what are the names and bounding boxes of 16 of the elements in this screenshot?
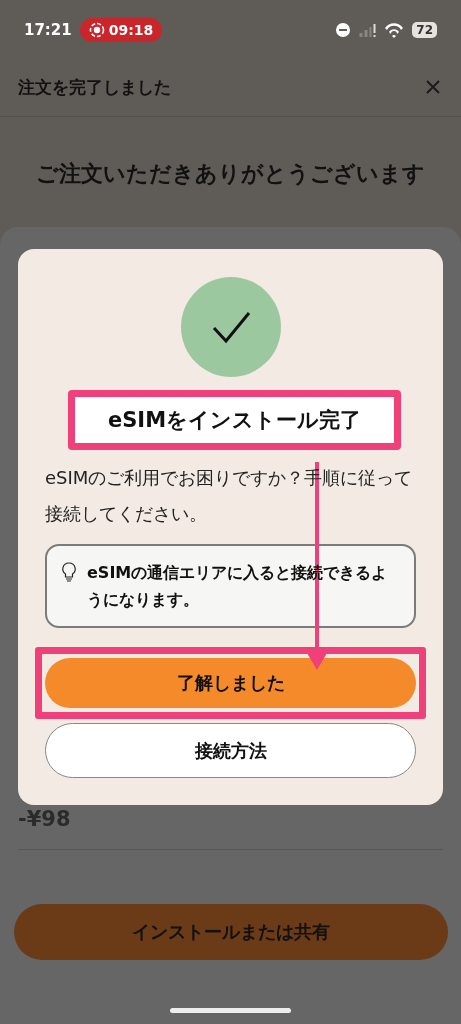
battery-level: 72 [416,23,433,37]
checkmark-icon [180,277,281,377]
connection-guide-button[interactable]: 接続方法 [45,723,416,778]
page-title: 注文を完了しました [18,75,171,99]
discount-amount: -¥98 [18,807,72,831]
recording-time: 09:18 [108,22,154,38]
dialog-title: eSIMをインストール完了 [107,407,362,434]
focus-icon [335,22,352,38]
wifi-icon [384,22,405,38]
close-icon [425,79,441,95]
ok-button[interactable]: 了解しました [45,658,416,708]
signal-icon [359,23,377,37]
lightbulb-icon [61,562,77,582]
record-icon [88,22,105,38]
thank-you-heading: ご注文いただきありがとうございます [35,160,426,188]
status-time: 17:21 [24,21,72,39]
